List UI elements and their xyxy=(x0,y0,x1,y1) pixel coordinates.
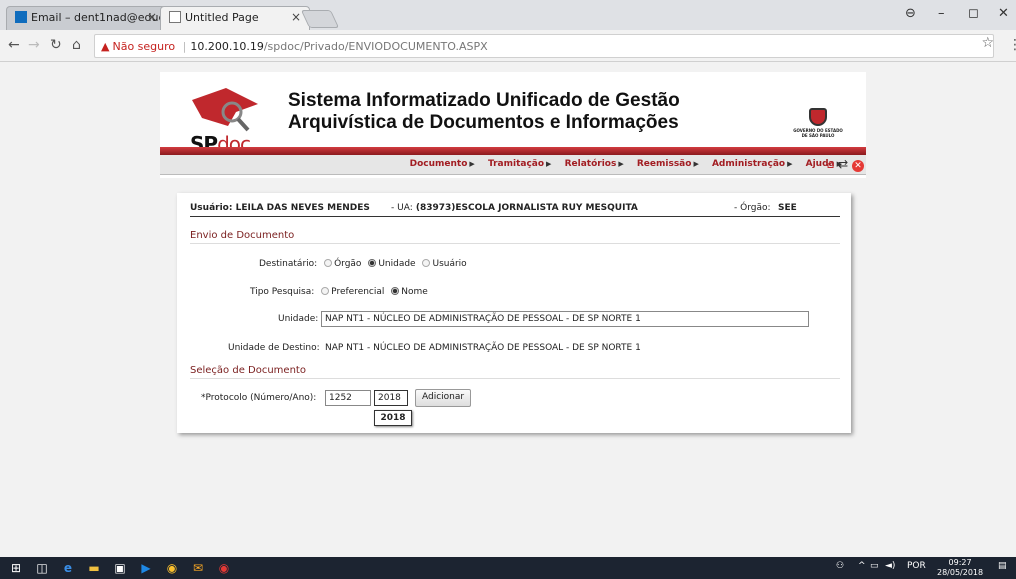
chrome-active-icon[interactable]: ◉ xyxy=(216,560,232,576)
protocolo-label: *Protocolo (Número/Ano): xyxy=(201,393,317,403)
exit-icon[interactable]: ✕ xyxy=(852,160,864,172)
menu-relatorios[interactable]: Relatórios ▶ xyxy=(560,159,624,169)
tab-untitled-close-icon[interactable]: × xyxy=(291,10,301,24)
tray-language[interactable]: POR xyxy=(907,561,926,571)
task-view-icon[interactable]: ◫ xyxy=(34,560,50,576)
menu-administracao[interactable]: Administração ▶ xyxy=(707,159,793,169)
maximize-icon[interactable]: ◻ xyxy=(968,6,979,21)
sp-crest-icon xyxy=(809,108,827,126)
forward-icon[interactable]: → xyxy=(28,37,40,53)
menu-tramitacao[interactable]: Tramitação ▶ xyxy=(483,159,551,169)
close-window-icon[interactable]: ✕ xyxy=(998,6,1009,21)
menu-icons: ⌂ ⇄ ✕ xyxy=(827,157,864,172)
home-button-icon[interactable]: ⌂ xyxy=(72,37,81,53)
radio-usuario[interactable]: Usuário xyxy=(418,259,467,269)
mail-icon[interactable]: ✉ xyxy=(190,560,206,576)
menu-documento[interactable]: Documento ▶ xyxy=(405,159,475,169)
tray-chevron-icon[interactable]: ^ xyxy=(858,561,866,571)
menu-items: Documento ▶ Tramitação ▶ Relatórios ▶ Reemi… xyxy=(400,159,842,169)
url-input[interactable]: ▲ Não seguro | 10.200.10.19/spdoc/Privado/… xyxy=(94,34,994,58)
unidade-destino-value: NAP NT1 - NÚCLEO DE ADMINISTRAÇÃO DE PES… xyxy=(325,343,641,353)
edge-icon[interactable]: e xyxy=(60,560,76,576)
bookmark-star-icon[interactable]: ☆ xyxy=(981,35,994,51)
address-bar: ← → ↻ ⌂ ▲ Não seguro | 10.200.10.19/spdoc/… xyxy=(0,30,1016,62)
url-host: 10.200.10.19 xyxy=(190,40,264,53)
tipo-pesquisa-label: Tipo Pesquisa: xyxy=(250,287,315,297)
windows-taskbar: ⊞ ◫ e ▬ ▣ ▶ ◉ ✉ ◉ ⚇ ^ ▭ ◄) POR 09:27 28/… xyxy=(0,557,1016,579)
tray-people-icon[interactable]: ⚇ xyxy=(836,561,844,571)
user-info-row: Usuário: LEILA DAS NEVES MENDES - UA: (8… xyxy=(190,203,840,217)
section-selecao-documento: Seleção de Documento xyxy=(190,365,840,379)
back-icon[interactable]: ← xyxy=(8,37,20,53)
action-center-icon[interactable]: ▤ xyxy=(998,561,1007,571)
orgao-label: - Órgão: xyxy=(734,203,771,213)
swap-icon[interactable]: ⇄ xyxy=(838,157,848,171)
minimize-icon[interactable]: – xyxy=(938,6,945,21)
profile-icon[interactable]: ⊖ xyxy=(905,6,916,21)
outlook-icon xyxy=(15,11,27,23)
tab-untitled-page-title: Untitled Page xyxy=(185,11,259,24)
header-red-bar xyxy=(160,147,866,155)
ua-label: - UA: xyxy=(391,203,413,213)
usuario-value: LEILA DAS NEVES MENDES xyxy=(235,203,370,213)
insecure-label: Não seguro xyxy=(112,40,176,53)
tray-volume-icon[interactable]: ◄) xyxy=(885,561,895,571)
taskbar-clock[interactable]: 09:27 28/05/2018 xyxy=(937,558,983,578)
adicionar-button[interactable]: Adicionar xyxy=(415,389,472,407)
menu-reemissao[interactable]: Reemissão ▶ xyxy=(632,159,699,169)
section-envio-documento: Envio de Documento xyxy=(190,230,840,244)
form-panel: Usuário: LEILA DAS NEVES MENDES - UA: (8… xyxy=(177,193,851,433)
orgao-value: SEE xyxy=(778,203,797,213)
destinatario-row: Destinatário: Órgão Unidade Usuário xyxy=(259,259,467,269)
file-explorer-icon[interactable]: ▬ xyxy=(86,560,102,576)
protocolo-ano-input[interactable]: 2018 xyxy=(374,390,408,406)
url-separator: | xyxy=(182,40,187,53)
menu-dots-icon[interactable]: ⋮ xyxy=(1008,37,1016,53)
radio-preferencial[interactable]: Preferencial xyxy=(317,287,384,297)
store-icon[interactable]: ▣ xyxy=(112,560,128,576)
windows-start-icon[interactable]: ⊞ xyxy=(8,560,24,576)
radio-unidade[interactable]: Unidade xyxy=(364,259,416,269)
tab-email[interactable]: Email – dent1nad@educ × xyxy=(6,6,166,30)
protocolo-numero-input[interactable]: 1252 xyxy=(325,390,371,406)
warning-icon: ▲ xyxy=(101,40,110,53)
destinatario-label: Destinatário: xyxy=(259,259,318,269)
url-path: /spdoc/Privado/ENVIODOCUMENTO.ASPX xyxy=(263,40,488,53)
tab-untitled-page[interactable]: Untitled Page × xyxy=(160,6,310,30)
page-icon xyxy=(169,11,181,23)
media-player-icon[interactable]: ▶ xyxy=(138,560,154,576)
home-icon[interactable]: ⌂ xyxy=(827,157,835,171)
usuario-label: Usuário: xyxy=(190,203,233,213)
unidade-label: Unidade: xyxy=(278,314,319,324)
unidade-input[interactable]: NAP NT1 - NÚCLEO DE ADMINISTRAÇÃO DE PES… xyxy=(321,311,809,327)
tray-network-icon[interactable]: ▭ xyxy=(870,561,879,571)
radio-nome[interactable]: Nome xyxy=(387,287,428,297)
radio-orgao[interactable]: Órgão xyxy=(320,259,361,269)
chrome-icon[interactable]: ◉ xyxy=(164,560,180,576)
tipo-pesquisa-row: Tipo Pesquisa: Preferencial Nome xyxy=(250,287,428,297)
main-menu: Documento ▶ Tramitação ▶ Relatórios ▶ Reemi… xyxy=(160,155,866,175)
autocomplete-suggestion[interactable]: 2018 xyxy=(374,410,412,426)
ua-value: (83973)ESCOLA JORNALISTA RUY MESQUITA xyxy=(415,203,638,213)
tab-email-title: Email – dent1nad@educ xyxy=(31,11,165,24)
system-title: Sistema Informatizado Unificado de Gestã… xyxy=(288,90,680,133)
unidade-destino-label: Unidade de Destino: xyxy=(228,343,320,353)
tab-email-close-icon[interactable]: × xyxy=(147,10,157,24)
reload-icon[interactable]: ↻ xyxy=(50,37,62,53)
browser-titlebar: Email – dent1nad@educ × Untitled Page × … xyxy=(0,0,1016,30)
